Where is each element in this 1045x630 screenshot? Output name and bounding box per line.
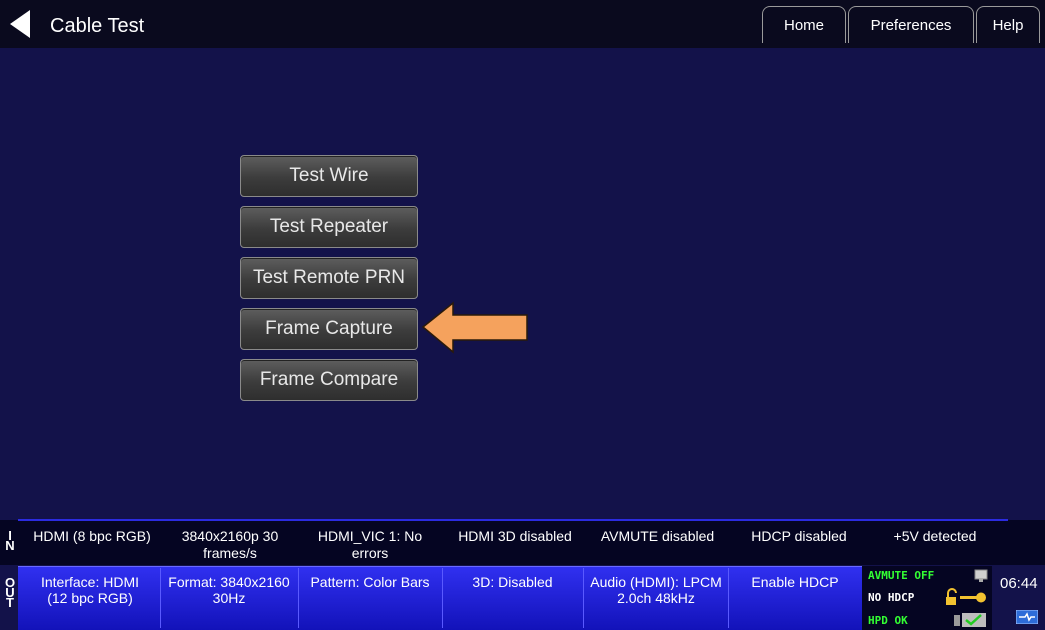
in-3d: HDMI 3D disabled xyxy=(458,528,572,544)
out-3d-button[interactable]: 3D: Disabled xyxy=(445,574,580,590)
out-divider xyxy=(583,568,584,628)
in-interface: HDMI (8 bpc RGB) xyxy=(33,528,151,544)
in-format: 3840x2160p 30 frames/s xyxy=(181,528,279,561)
indicator-panel: AVMUTE OFF NO HDCP HPD OK xyxy=(862,566,992,630)
out-format-button[interactable]: Format: 3840x2160 30Hz xyxy=(163,574,295,606)
hpd-indicator: HPD OK xyxy=(868,614,908,627)
out-label: OUT xyxy=(4,575,16,610)
test-remote-prn-button[interactable]: Test Remote PRN xyxy=(240,257,418,299)
out-divider xyxy=(298,568,299,628)
out-interface-button[interactable]: Interface: HDMI (12 bpc RGB) xyxy=(30,574,150,606)
out-audio-button[interactable]: Audio (HDMI): LPCM 2.0ch 48kHz xyxy=(586,574,726,606)
enable-hdcp-button[interactable]: Enable HDCP xyxy=(730,574,860,590)
test-repeater-button[interactable]: Test Repeater xyxy=(240,206,418,248)
monitor-icon xyxy=(974,569,988,582)
out-divider xyxy=(728,568,729,628)
avmute-indicator: AVMUTE OFF xyxy=(868,569,935,582)
screen: Cable Test Home Preferences Help Test Wi… xyxy=(0,0,1045,630)
hdcp-indicator: NO HDCP xyxy=(868,591,915,604)
link-status-icon[interactable] xyxy=(1016,610,1038,624)
preferences-tab[interactable]: Preferences xyxy=(848,6,974,43)
in-5v: +5V detected xyxy=(893,528,977,544)
frame-capture-button[interactable]: Frame Capture xyxy=(240,308,418,350)
out-pattern-button[interactable]: Pattern: Color Bars xyxy=(300,574,440,590)
clock: 06:44 xyxy=(1000,575,1038,592)
in-vic: HDMI_VIC 1: No errors xyxy=(317,528,423,561)
key-lock-icon xyxy=(946,588,986,605)
connector-check-icon xyxy=(954,613,986,627)
in-hdcp: HDCP disabled xyxy=(751,528,847,544)
test-wire-button[interactable]: Test Wire xyxy=(240,155,418,197)
in-label: IN xyxy=(5,528,15,553)
back-arrow-icon[interactable] xyxy=(10,10,30,38)
help-tab[interactable]: Help xyxy=(976,6,1040,43)
out-divider xyxy=(442,568,443,628)
header-bar: Cable Test Home Preferences Help xyxy=(0,0,1045,48)
pointer-arrow-icon xyxy=(421,301,528,354)
frame-compare-button[interactable]: Frame Compare xyxy=(240,359,418,401)
in-avmute: AVMUTE disabled xyxy=(600,528,715,544)
home-tab[interactable]: Home xyxy=(762,6,846,43)
page-title: Cable Test xyxy=(50,15,145,37)
input-status-divider xyxy=(18,519,1008,521)
out-divider xyxy=(160,568,161,628)
